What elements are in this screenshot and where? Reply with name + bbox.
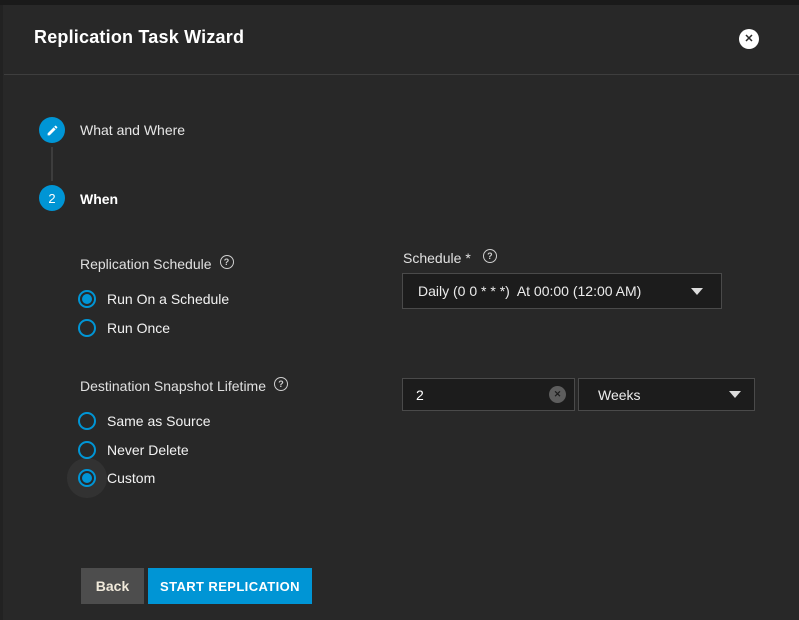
step-2-indicator[interactable]: 2 [39,185,65,211]
step-1-label[interactable]: What and Where [80,122,185,138]
schedule-select-value: Daily (0 0 * * *) At 00:00 (12:00 AM) [418,283,691,299]
radio-same-as-source-label: Same as Source [107,413,211,429]
lifetime-value-field: ✕ [402,378,575,411]
radio-same-as-source[interactable]: Same as Source [78,412,211,430]
replication-schedule-label-row: Replication Schedule ? [80,256,234,272]
replication-task-wizard-dialog: Replication Task Wizard ✕ What and Where… [0,0,799,620]
radio-button-icon[interactable] [78,469,96,487]
radio-button-icon[interactable] [78,290,96,308]
radio-run-once[interactable]: Run Once [78,319,170,337]
header-divider [4,74,799,75]
step-2-number: 2 [48,191,55,206]
caret-down-icon [691,288,703,295]
radio-custom-label: Custom [107,470,155,486]
radio-never-delete[interactable]: Never Delete [78,441,189,459]
lifetime-value-input[interactable] [416,387,549,403]
step-1-indicator[interactable] [39,117,65,143]
radio-run-on-a-schedule[interactable]: Run On a Schedule [78,290,229,308]
caret-down-icon [729,391,741,398]
back-button[interactable]: Back [81,568,144,604]
clear-input-button[interactable]: ✕ [549,386,566,403]
step-2-label[interactable]: When [80,191,118,207]
replication-schedule-label: Replication Schedule [80,256,212,272]
radio-never-delete-label: Never Delete [107,442,189,458]
help-outline-icon[interactable]: ? [483,249,497,263]
help-outline-icon[interactable]: ? [274,377,288,391]
close-button[interactable]: ✕ [739,29,759,49]
radio-custom[interactable]: Custom [78,469,155,487]
radio-button-icon[interactable] [78,441,96,459]
lifetime-label: Destination Snapshot Lifetime [80,378,266,394]
lifetime-label-row: Destination Snapshot Lifetime ? [80,378,288,394]
window-left-edge [0,5,3,620]
radio-button-icon[interactable] [78,319,96,337]
pencil-edit-icon [46,124,59,137]
close-icon: ✕ [744,34,753,45]
window-top-edge [0,0,799,5]
help-outline-icon[interactable]: ? [220,255,234,269]
required-asterisk: * [465,250,470,266]
stepper-connector [51,147,53,181]
page-title: Replication Task Wizard [34,27,244,48]
circle-clear-icon: ✕ [554,389,562,400]
radio-run-once-label: Run Once [107,320,170,336]
schedule-label: Schedule [403,250,461,266]
radio-button-icon[interactable] [78,412,96,430]
schedule-select[interactable]: Daily (0 0 * * *) At 00:00 (12:00 AM) [402,273,722,309]
start-replication-button[interactable]: START REPLICATION [148,568,312,604]
radio-run-on-a-schedule-label: Run On a Schedule [107,291,229,307]
schedule-label-row: Schedule * ? [403,250,497,266]
lifetime-unit-select[interactable]: Weeks [578,378,755,411]
lifetime-unit-value: Weeks [598,387,729,403]
